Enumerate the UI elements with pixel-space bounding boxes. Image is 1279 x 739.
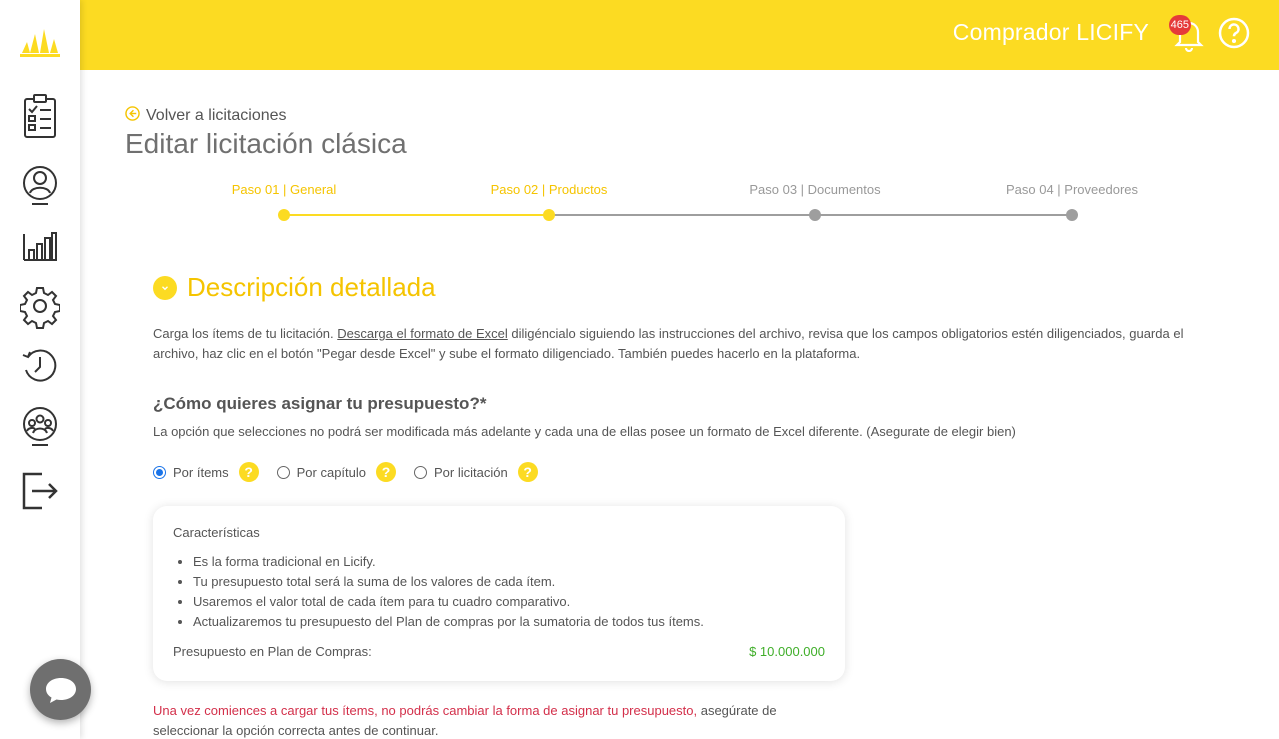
user-profile-icon[interactable] [20, 162, 60, 208]
step-dot-3[interactable] [809, 209, 821, 221]
option-by-tender-label: Por licitación [434, 464, 508, 480]
notification-badge: 465 [1168, 15, 1191, 35]
step-products-label[interactable]: Paso 02 | Productos [491, 182, 608, 197]
characteristics-list: Es la forma tradicional en Licify. Tu pr… [193, 552, 704, 632]
option-by-tender[interactable]: Por licitación [414, 465, 508, 480]
step-line-3 [815, 214, 1072, 216]
step-line-2 [549, 214, 815, 216]
group-icon[interactable] [20, 403, 60, 449]
question-mark-icon[interactable]: ? [238, 462, 259, 482]
chat-bubble-icon [45, 677, 76, 703]
checklist-icon[interactable] [20, 94, 60, 140]
gear-icon[interactable] [19, 283, 61, 329]
step-general-label[interactable]: Paso 01 | General [232, 182, 337, 197]
step-dot-1[interactable] [278, 209, 290, 221]
sidebar [0, 0, 80, 739]
characteristics-card: Características Es la forma tradicional … [153, 506, 845, 681]
step-dot-4[interactable] [1066, 209, 1078, 221]
warning-red-text: Una vez comiences a cargar tus ítems, no… [153, 703, 698, 718]
radio-by-tender[interactable] [414, 465, 427, 479]
licify-logo-icon[interactable] [18, 26, 62, 58]
step-line-1 [284, 214, 549, 216]
warning-message: Una vez comiences a cargar tus ítems, no… [153, 701, 843, 739]
help-icon[interactable] [1217, 16, 1251, 50]
download-excel-link[interactable]: Descarga el formato de Excel [337, 326, 508, 341]
progress-stepper: Paso 01 | General Paso 02 | Productos Pa… [150, 180, 1210, 230]
desc-prefix: Carga los ítems de tu licitación. [153, 326, 338, 341]
top-header: Comprador LICIFY 465 [80, 0, 1279, 70]
back-link-text: Volver a licitaciones [146, 107, 287, 124]
section-detailed-description[interactable]: Descripción detallada [153, 272, 436, 303]
history-icon[interactable] [20, 343, 60, 389]
section-description: Carga los ítems de tu licitación. Descar… [153, 324, 1213, 364]
user-name[interactable]: Comprador LICIFY [953, 19, 1149, 46]
step-dot-2[interactable] [543, 209, 555, 221]
list-item: Usaremos el valor total de cada ítem par… [193, 592, 704, 612]
chevron-down-icon[interactable] [153, 275, 177, 300]
option-by-chapter-label: Por capítulo [296, 464, 366, 480]
step-providers-label[interactable]: Paso 04 | Proveedores [1006, 182, 1138, 197]
back-to-tenders-link[interactable]: Volver a licitaciones [125, 106, 287, 126]
page-title: Editar licitación clásica [125, 128, 407, 159]
option-by-items-label: Por ítems [173, 464, 229, 480]
radio-by-items[interactable] [153, 465, 166, 479]
step-documents-label[interactable]: Paso 03 | Documentos [749, 182, 880, 197]
radio-by-chapter[interactable] [276, 465, 290, 479]
question-mark-icon[interactable]: ? [376, 462, 396, 482]
logout-icon[interactable] [20, 468, 60, 514]
option-by-items[interactable]: Por ítems [153, 465, 229, 480]
budget-label: Presupuesto en Plan de Compras: [173, 644, 372, 659]
budget-question-note: La opción que selecciones no podrá ser m… [153, 424, 1016, 439]
budget-options: Por ítems ? Por capítulo ? Por licitació… [153, 462, 538, 482]
back-arrow-icon [125, 106, 140, 126]
bar-chart-icon[interactable] [20, 224, 60, 270]
list-item: Es la forma tradicional en Licify. [193, 552, 704, 572]
budget-value: $ 10.000.000 [749, 644, 825, 659]
budget-question: ¿Cómo quieres asignar tu presupuesto?* [153, 394, 487, 413]
card-title: Características [173, 525, 260, 540]
list-item: Tu presupuesto total será la suma de los… [193, 572, 704, 592]
option-by-chapter[interactable]: Por capítulo [276, 464, 366, 480]
section-title: Descripción detallada [187, 272, 436, 302]
list-item: Actualizaremos tu presupuesto del Plan d… [193, 612, 704, 632]
chat-button[interactable] [30, 659, 91, 720]
question-mark-icon[interactable]: ? [517, 462, 538, 482]
